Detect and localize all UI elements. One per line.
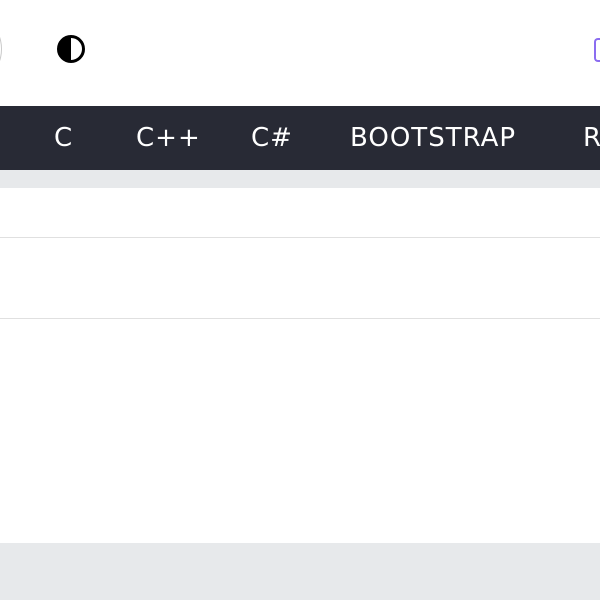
partial-bracket-icon: [594, 38, 600, 62]
page: C C++ C# BOOTSTRAP R: [0, 0, 600, 600]
content-panel: [0, 188, 600, 543]
footer-strip: [0, 543, 600, 600]
nav-item-csharp[interactable]: C#: [251, 106, 293, 170]
content-divider: [0, 237, 600, 238]
nav-item-r[interactable]: R: [583, 106, 600, 170]
content-divider: [0, 318, 600, 319]
nav-item-cpp[interactable]: C++: [136, 106, 201, 170]
partial-circle-button[interactable]: [0, 27, 2, 71]
nav-item-c[interactable]: C: [54, 106, 73, 170]
subnav-strip: [0, 170, 600, 188]
main-navigation: C C++ C# BOOTSTRAP R: [0, 106, 600, 170]
theme-toggle-button[interactable]: [55, 33, 87, 65]
top-header: [0, 0, 600, 106]
contrast-icon: [57, 35, 85, 63]
nav-item-bootstrap[interactable]: BOOTSTRAP: [350, 106, 516, 170]
